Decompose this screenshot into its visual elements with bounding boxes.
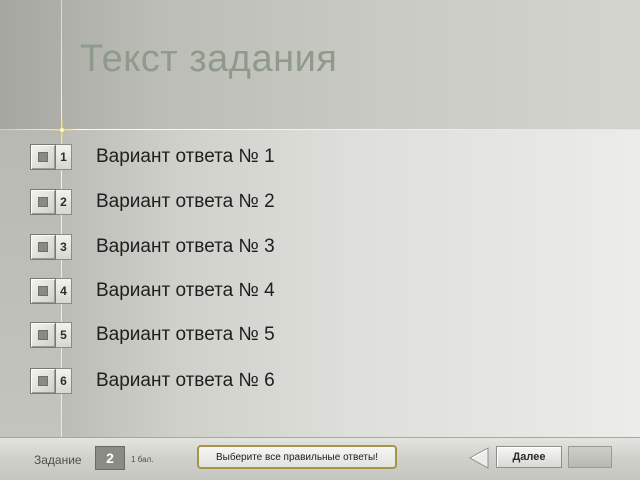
answer-checkbox[interactable] bbox=[30, 234, 56, 260]
answer-number: 2 bbox=[56, 189, 72, 215]
answer-checkbox[interactable] bbox=[30, 368, 56, 394]
answer-option-1[interactable]: 1 Вариант ответа № 1 bbox=[30, 140, 350, 174]
answer-number: 6 bbox=[56, 368, 72, 394]
answer-checkbox[interactable] bbox=[30, 322, 56, 348]
answer-checkbox[interactable] bbox=[30, 278, 56, 304]
answer-checkbox[interactable] bbox=[30, 144, 56, 170]
horizontal-divider bbox=[0, 129, 640, 130]
answer-option-2[interactable]: 2 Вариант ответа № 2 bbox=[30, 185, 350, 219]
answer-option-4[interactable]: 4 Вариант ответа № 4 bbox=[30, 274, 350, 308]
slide: Текст задания 1 Вариант ответа № 1 2 Вар… bbox=[0, 0, 640, 437]
page-title: Текст задания bbox=[80, 38, 338, 80]
answer-label: Вариант ответа № 4 bbox=[96, 280, 275, 301]
triangle-left-icon[interactable] bbox=[466, 446, 492, 470]
answer-label: Вариант ответа № 3 bbox=[96, 236, 275, 257]
footer-bar: Задание 2 1 бал. Выберите все правильные… bbox=[0, 437, 640, 480]
score-label: 1 бал. bbox=[131, 455, 154, 464]
answer-label: Вариант ответа № 1 bbox=[96, 146, 275, 167]
answer-option-3[interactable]: 3 Вариант ответа № 3 bbox=[30, 230, 350, 264]
answer-label: Вариант ответа № 5 bbox=[96, 324, 275, 345]
answer-checkbox[interactable] bbox=[30, 189, 56, 215]
blank-button[interactable] bbox=[568, 446, 612, 468]
answer-number: 3 bbox=[56, 234, 72, 260]
answer-label: Вариант ответа № 2 bbox=[96, 191, 275, 212]
instruction-hint: Выберите все правильные ответы! bbox=[197, 445, 397, 469]
answer-option-5[interactable]: 5 Вариант ответа № 5 bbox=[30, 318, 350, 352]
task-number-badge: 2 bbox=[95, 446, 125, 470]
answer-label: Вариант ответа № 6 bbox=[96, 370, 275, 391]
answer-number: 4 bbox=[56, 278, 72, 304]
answer-number: 1 bbox=[56, 144, 72, 170]
next-button[interactable]: Далее bbox=[496, 446, 562, 468]
answer-number: 5 bbox=[56, 322, 72, 348]
answer-option-6[interactable]: 6 Вариант ответа № 6 bbox=[30, 364, 350, 398]
task-label: Задание bbox=[34, 453, 82, 467]
